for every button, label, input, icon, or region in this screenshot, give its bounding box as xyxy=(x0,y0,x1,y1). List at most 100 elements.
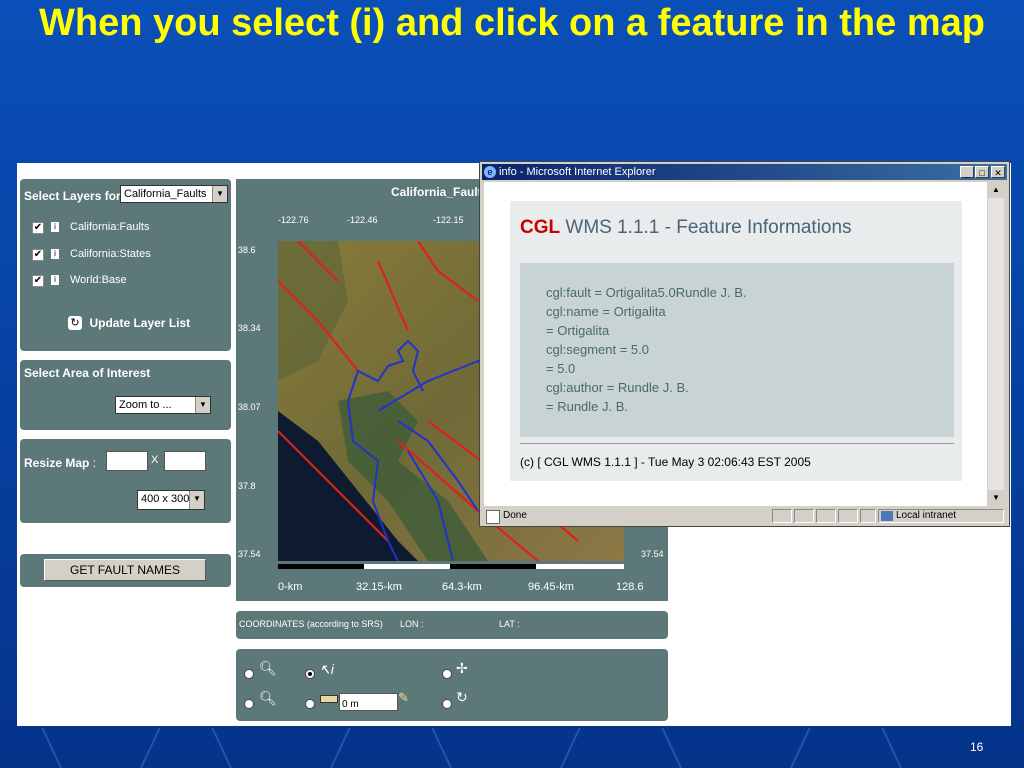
size-dropdown-value: 400 x 300 xyxy=(141,493,190,505)
get-fault-names-panel: GET FAULT NAMES xyxy=(20,554,231,587)
resize-colon: : xyxy=(92,456,97,470)
pan-radio[interactable] xyxy=(442,669,452,679)
zone-segment: Local intranet xyxy=(878,509,1004,523)
footer-divider xyxy=(520,443,954,444)
scroll-up-arrow[interactable]: ▲ xyxy=(988,182,1004,198)
ruler-icon[interactable] xyxy=(320,695,338,703)
layer-checkbox-base[interactable]: ✔ xyxy=(32,275,44,287)
attribute-line: cgl:name = Ortigalita xyxy=(546,304,666,319)
refresh-icon: ↻ xyxy=(68,315,82,330)
attribute-line: = 5.0 xyxy=(546,361,576,376)
status-segment xyxy=(794,509,814,523)
resize-map-label: Resize Map : xyxy=(24,456,96,470)
status-segment xyxy=(860,509,876,523)
scroll-down-arrow[interactable]: ▼ xyxy=(988,490,1004,506)
lon-tick: -122.15 xyxy=(433,215,464,225)
feature-attributes-box: cgl:fault = Ortigalita5.0Rundle J. B. cg… xyxy=(520,263,954,437)
feature-info-heading: CGL WMS 1.1.1 - Feature Informations xyxy=(520,217,852,239)
scale-label: 128.6 xyxy=(616,581,644,593)
update-layer-list-label: Update Layer List xyxy=(89,315,191,330)
ie-window-title: info - Microsoft Internet Explorer xyxy=(499,166,656,178)
layer-dropdown[interactable]: California_Faults ▼ xyxy=(120,185,228,203)
distance-input[interactable]: 0 m xyxy=(339,693,398,711)
resize-map-panel: Resize Map : X 400 x 300 ▼ xyxy=(20,439,231,523)
width-input[interactable] xyxy=(106,451,148,471)
size-dropdown[interactable]: 400 x 300 ▼ xyxy=(137,490,205,510)
ie-titlebar[interactable]: e info - Microsoft Internet Explorer _ □ … xyxy=(482,164,1007,180)
cgl-brand: CGL xyxy=(520,217,561,238)
layer-info-icon[interactable]: i xyxy=(51,222,59,232)
height-input[interactable] xyxy=(164,451,206,471)
select-layers-label: Select Layers for xyxy=(24,189,121,203)
update-layer-list-button[interactable]: ↻ Update Layer List xyxy=(68,314,190,332)
scale-label: 0-km xyxy=(278,581,303,593)
zoom-dropdown[interactable]: Zoom to ... ▼ xyxy=(115,396,211,414)
layer-label: California:States xyxy=(70,248,151,260)
chevron-down-icon[interactable]: ▼ xyxy=(212,186,227,202)
ie-info-window: e info - Microsoft Internet Explorer _ □ … xyxy=(479,161,1010,527)
lat-tick: 37.54 xyxy=(238,549,261,559)
zoom-out-radio[interactable] xyxy=(244,699,254,709)
pencil-icon[interactable]: ✎ xyxy=(398,690,409,706)
get-fault-names-button[interactable]: GET FAULT NAMES xyxy=(44,559,206,581)
attribute-line: cgl:author = Rundle J. B. xyxy=(546,380,689,395)
attribute-line: = Rundle J. B. xyxy=(546,399,629,414)
attribute-line: cgl:fault = Ortigalita5.0Rundle J. B. xyxy=(546,285,747,300)
select-layers-panel: Select Layers for California_Faults ▼ ✔ … xyxy=(20,179,231,351)
lon-tick: -122.76 xyxy=(278,215,309,225)
scale-bar xyxy=(278,564,624,569)
pan-icon[interactable]: ✢ xyxy=(456,660,468,677)
layer-checkbox-faults[interactable]: ✔ xyxy=(32,222,44,234)
select-area-panel: Select Area of Interest Zoom to ... ▼ xyxy=(20,360,231,430)
select-area-label: Select Area of Interest xyxy=(24,366,151,380)
zoom-dropdown-value: Zoom to ... xyxy=(119,399,172,411)
distance-value: 0 m xyxy=(342,699,359,710)
status-segment xyxy=(772,509,792,523)
coordinates-label: COORDINATES (according to SRS) xyxy=(239,619,383,629)
chevron-down-icon[interactable]: ▼ xyxy=(195,397,210,413)
lat-tick: 38.6 xyxy=(238,245,256,255)
status-segment xyxy=(816,509,836,523)
vertical-scrollbar[interactable]: ▲ ▼ xyxy=(988,182,1004,506)
minimize-button[interactable]: _ xyxy=(960,166,974,178)
ie-content: CGL WMS 1.1.1 - Feature Informations cgl… xyxy=(484,182,987,506)
page-done-icon xyxy=(486,510,500,524)
zoom-in-radio[interactable] xyxy=(244,669,254,679)
layer-label: World:Base xyxy=(70,274,127,286)
layer-info-icon[interactable]: i xyxy=(51,249,59,259)
zone-text: Local intranet xyxy=(896,510,957,521)
status-text: Done xyxy=(503,510,527,521)
resize-map-text: Resize Map xyxy=(24,456,90,470)
chevron-down-icon[interactable]: ▼ xyxy=(189,491,204,509)
ie-logo-icon: e xyxy=(484,166,496,178)
zoom-in-icon[interactable]: 🔍︎ xyxy=(259,660,277,677)
scale-label: 64.3-km xyxy=(442,581,482,593)
resize-x-label: X xyxy=(151,454,159,466)
maximize-button[interactable]: □ xyxy=(975,166,989,178)
heading-text: WMS 1.1.1 - Feature Informations xyxy=(565,217,852,238)
lon-tick: -122.46 xyxy=(347,215,378,225)
attribute-line: cgl:segment = 5.0 xyxy=(546,342,649,357)
intranet-icon xyxy=(881,511,893,521)
map-title: California_Fault xyxy=(391,185,482,199)
reset-radio[interactable] xyxy=(442,699,452,709)
map-toolbar: 🔍︎ ↖i ✢ 🔍︎ 0 m ✎ ↻ xyxy=(236,649,668,721)
lat-tick: 38.07 xyxy=(238,402,261,412)
close-button[interactable]: ✕ xyxy=(991,166,1005,178)
layer-checkbox-states[interactable]: ✔ xyxy=(32,249,44,261)
ie-statusbar: Done Local intranet xyxy=(484,507,1005,525)
reset-icon[interactable]: ↻ xyxy=(456,689,468,706)
info-pointer-icon[interactable]: ↖i xyxy=(319,661,334,678)
scale-label: 32.15-km xyxy=(356,581,402,593)
lat-tick: 38.34 xyxy=(238,323,261,333)
attribute-line: = Ortigalita xyxy=(546,323,610,338)
lat-label: LAT : xyxy=(499,619,520,629)
info-radio[interactable] xyxy=(305,669,315,679)
zoom-out-icon[interactable]: 🔍︎ xyxy=(259,690,277,707)
layer-info-icon[interactable]: i xyxy=(51,275,59,285)
layer-dropdown-value: California_Faults xyxy=(124,188,207,200)
measure-radio[interactable] xyxy=(305,699,315,709)
lon-label: LON : xyxy=(400,619,424,629)
feature-info-panel: CGL WMS 1.1.1 - Feature Informations cgl… xyxy=(510,201,962,481)
layer-label: California:Faults xyxy=(70,221,150,233)
